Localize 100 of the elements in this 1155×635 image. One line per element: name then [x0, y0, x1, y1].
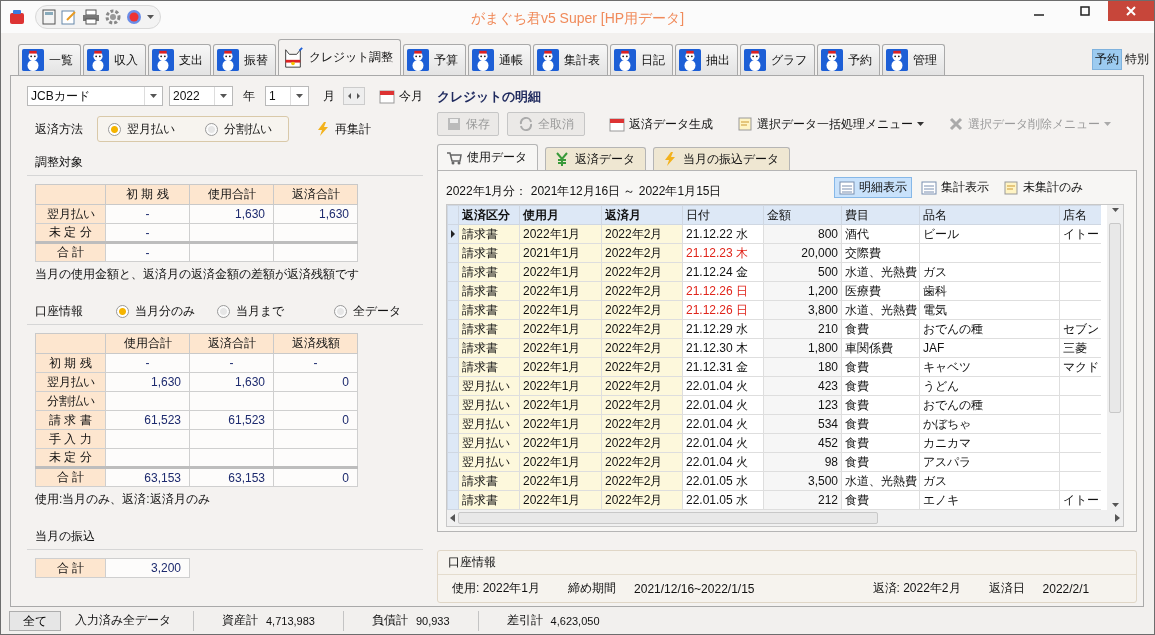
vertical-scrollbar[interactable] — [1107, 205, 1123, 510]
caret-icon — [220, 94, 227, 98]
calendar-icon — [379, 88, 395, 104]
scroll-right-icon[interactable] — [1115, 514, 1120, 522]
snowman-icon — [407, 49, 429, 71]
table-cell: 63,153 — [105, 467, 190, 487]
delete-icon — [948, 116, 964, 132]
horizontal-scrollbar[interactable] — [447, 510, 1123, 526]
table-cell: 0 — [273, 467, 358, 487]
caret-icon — [1104, 122, 1111, 126]
column-header[interactable]: 金額 — [763, 205, 842, 225]
main-tab[interactable]: 抽出 — [675, 44, 738, 75]
printer-icon[interactable] — [82, 9, 100, 25]
this-month-button[interactable]: 今月 — [371, 84, 423, 108]
column-header: 返済合計 — [273, 184, 358, 205]
month-select[interactable]: 1 — [265, 86, 309, 106]
note-text: 使用:当月のみ、返済:返済月のみ — [35, 491, 211, 508]
info-label: 返済日 — [988, 580, 1025, 597]
row-label: 合 計 — [35, 467, 106, 487]
info-label: 締め期間 — [568, 580, 617, 597]
radio-option[interactable]: 当月まで — [217, 303, 284, 320]
column-header[interactable]: 返済区分 — [458, 205, 520, 225]
snowman-icon — [152, 49, 174, 71]
main-tab[interactable]: クレジット調整 — [278, 39, 401, 75]
main-tab[interactable]: 通帳 — [468, 44, 531, 75]
snowman-icon — [614, 49, 636, 71]
minimize-icon — [1034, 14, 1044, 16]
view-button[interactable]: 明細表示 — [834, 177, 912, 198]
snowman-icon — [679, 49, 701, 71]
main-tab[interactable]: 振替 — [213, 44, 276, 75]
status-value: 4,713,983 — [266, 614, 315, 627]
snowman-icon — [87, 49, 109, 71]
info-heading: 口座情報 — [438, 551, 1136, 575]
view-button[interactable]: 集計表示 — [916, 177, 994, 198]
data-tab[interactable]: 当月の振込データ — [653, 147, 790, 170]
main-tab[interactable]: 支出 — [148, 44, 211, 75]
scroll-left-icon[interactable] — [450, 514, 455, 522]
year-label: 年 — [243, 87, 255, 105]
section-heading: 口座情報 — [35, 303, 84, 320]
column-header[interactable]: 品名 — [919, 205, 1060, 225]
list-icon — [839, 179, 855, 196]
data-tab[interactable]: 使用データ — [437, 144, 538, 170]
main-tab[interactable]: 日記 — [610, 44, 673, 75]
status-label: 資産計 — [222, 612, 258, 629]
row-label: 合 計 — [35, 242, 106, 262]
record-icon[interactable] — [126, 9, 142, 25]
radio-option[interactable]: 分割払い — [205, 120, 272, 138]
snowman-icon — [537, 49, 559, 71]
radio-option[interactable]: 翌月払い — [108, 120, 175, 138]
table-cell: 3,200 — [105, 558, 190, 578]
recalculate-button[interactable]: 再集計 — [307, 117, 379, 141]
column-header[interactable]: 使用月 — [519, 205, 602, 225]
month-label: 月 — [323, 87, 335, 105]
view-button[interactable]: 未集計のみ — [998, 177, 1088, 198]
caret-icon — [1111, 208, 1119, 212]
column-header[interactable]: 返済月 — [601, 205, 683, 225]
section-heading: 当月の振込 — [27, 528, 423, 550]
calendar-icon — [609, 116, 625, 132]
column-header: 返済合計 — [189, 333, 274, 354]
main-tab[interactable]: 集計表 — [533, 44, 608, 75]
all-button[interactable]: 全て — [9, 610, 61, 631]
cat-icon — [282, 46, 304, 69]
radio-option[interactable]: 当月分のみ — [116, 303, 195, 320]
column-header: 使用合計 — [189, 184, 274, 205]
toolbar-button[interactable]: 返済データ生成 — [601, 112, 721, 136]
section-heading: 調整対象 — [27, 154, 423, 176]
snowman-icon — [472, 49, 494, 71]
menu-button[interactable]: 選択データ一括処理メニュー — [729, 112, 932, 136]
main-tab[interactable]: 予算 — [403, 44, 466, 75]
main-tab[interactable]: 予約 — [817, 44, 880, 75]
column-header: 返済残額 — [273, 333, 358, 354]
main-tab[interactable]: 収入 — [83, 44, 146, 75]
mode-toggle[interactable]: 予約 — [1092, 48, 1122, 70]
document-icon — [1003, 179, 1019, 196]
maximize-icon — [1080, 6, 1090, 16]
column-header[interactable]: 費目 — [841, 205, 920, 225]
column-header[interactable]: 店名 — [1059, 205, 1102, 225]
column-header: 使用合計 — [105, 333, 190, 354]
refresh-icon — [518, 116, 534, 132]
main-tab[interactable]: 一覧 — [18, 44, 81, 75]
snowman-icon — [22, 49, 44, 71]
close-button[interactable] — [1108, 1, 1154, 21]
year-select[interactable]: 2022 — [169, 86, 233, 106]
caret-icon — [1111, 503, 1119, 507]
status-label: 差引計 — [506, 612, 543, 629]
main-tab[interactable]: 管理 — [882, 44, 945, 75]
yen-icon — [554, 151, 570, 167]
data-tab[interactable]: 返済データ — [545, 147, 646, 170]
table-cell: 63,153 — [189, 467, 274, 487]
main-tab[interactable]: グラフ — [740, 44, 815, 75]
column-header[interactable]: 日付 — [682, 205, 764, 225]
settings-icon[interactable] — [105, 9, 121, 25]
note-text: 当月の使用金額と、返済月の返済金額の差額が返済残額です — [35, 266, 360, 283]
table-cell: - — [105, 242, 190, 262]
notepad-icon[interactable] — [61, 9, 77, 25]
card-select[interactable]: JCBカード — [27, 86, 163, 106]
calculator-icon[interactable] — [42, 9, 56, 25]
month-stepper[interactable] — [343, 87, 365, 105]
mode-toggle[interactable]: 特別 — [1122, 48, 1152, 70]
radio-option[interactable]: 全データ — [334, 303, 401, 320]
